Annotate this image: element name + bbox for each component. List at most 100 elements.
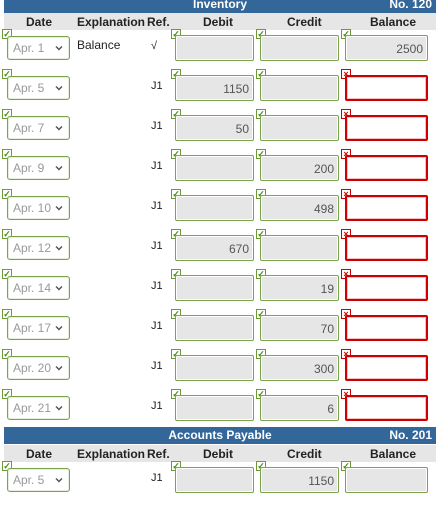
debit-field[interactable]: 670 (175, 235, 254, 261)
ledger-title: Accounts Payable (168, 428, 272, 442)
chevron-down-icon (55, 165, 63, 171)
debit-field[interactable] (175, 155, 254, 181)
credit-field[interactable]: 200 (260, 155, 339, 181)
chevron-down-icon (55, 85, 63, 91)
ref-text: J1 (151, 160, 163, 172)
date-value: Apr. 5 (13, 473, 45, 487)
header-debit: Debit (203, 447, 233, 461)
header-date: Date (26, 447, 53, 461)
date-value: Apr. 9 (13, 161, 45, 175)
ref-text: J1 (151, 80, 163, 92)
ref-text: J1 (151, 472, 163, 484)
ref-text: J1 (151, 280, 163, 292)
ledger-row: ✓ Apr. 5 J1 ✓ ✓ 1150 ✓ (0, 461, 436, 501)
date-select[interactable]: Apr. 14 (7, 276, 70, 300)
chevron-down-icon (55, 245, 63, 251)
credit-field[interactable] (260, 115, 339, 141)
header-credit: Credit (287, 447, 322, 461)
credit-value: 300 (313, 362, 334, 376)
ref-text: J1 (151, 400, 163, 412)
date-select[interactable]: Apr. 5 (7, 76, 70, 100)
header-explanation: Explanation (77, 447, 146, 461)
credit-field[interactable] (260, 235, 339, 261)
chevron-down-icon (55, 405, 63, 411)
ledger-row: ✓ Apr. 21 J1 ✓ ✓ 6 × (0, 389, 436, 429)
chevron-down-icon (55, 285, 63, 291)
date-select[interactable]: Apr. 12 (7, 236, 70, 260)
ledger-number: No. 201 (389, 428, 432, 442)
balance-field[interactable] (345, 115, 428, 141)
date-select[interactable]: Apr. 7 (7, 116, 70, 140)
credit-field[interactable] (260, 35, 339, 61)
ledger-number: No. 120 (389, 0, 432, 11)
credit-field[interactable]: 6 (260, 395, 339, 421)
date-select[interactable]: Apr. 20 (7, 356, 70, 380)
header-ref: Ref. (147, 15, 170, 29)
balance-field[interactable]: 2500 (345, 35, 428, 61)
date-select[interactable]: Apr. 10 (7, 196, 70, 220)
header-date: Date (26, 15, 53, 29)
credit-field[interactable]: 498 (260, 195, 339, 221)
date-value: Apr. 1 (13, 41, 45, 55)
credit-field[interactable]: 300 (260, 355, 339, 381)
header-debit: Debit (203, 15, 233, 29)
debit-value: 1150 (223, 82, 249, 96)
debit-value: 670 (228, 242, 249, 256)
chevron-down-icon (55, 125, 63, 131)
date-value: Apr. 5 (13, 81, 45, 95)
credit-field[interactable]: 70 (260, 315, 339, 341)
ledger-title-bar: Inventory No. 120 (4, 0, 436, 13)
ledger-row: ✓ Apr. 10 J1 ✓ ✓ 498 × (0, 189, 436, 229)
credit-field[interactable] (260, 75, 339, 101)
credit-value: 1150 (308, 474, 334, 488)
debit-field[interactable] (175, 355, 254, 381)
balance-field[interactable] (345, 195, 428, 221)
balance-field[interactable] (345, 395, 428, 421)
debit-field[interactable]: 50 (175, 115, 254, 141)
ledger-title-bar: Accounts Payable No. 201 (4, 427, 436, 444)
credit-field[interactable]: 19 (260, 275, 339, 301)
ref-text: J1 (151, 360, 163, 372)
date-select[interactable]: Apr. 17 (7, 316, 70, 340)
date-select[interactable]: Apr. 9 (7, 156, 70, 180)
column-header-row: Date Explanation Ref. Debit Credit Balan… (4, 13, 436, 30)
chevron-down-icon (55, 477, 63, 483)
ledger-title: Inventory (192, 0, 247, 11)
date-select[interactable]: Apr. 1 (7, 36, 70, 60)
ref-text: J1 (151, 320, 163, 332)
header-balance: Balance (370, 15, 417, 29)
chevron-down-icon (55, 45, 63, 51)
debit-field[interactable] (175, 275, 254, 301)
credit-value: 498 (313, 202, 334, 216)
debit-field[interactable] (175, 467, 254, 493)
date-select[interactable]: Apr. 21 (7, 396, 70, 420)
ref-text: √ (151, 40, 158, 52)
balance-field[interactable] (345, 155, 428, 181)
header-credit: Credit (287, 15, 322, 29)
balance-field[interactable] (345, 75, 428, 101)
debit-field[interactable] (175, 395, 254, 421)
explanation-text: Balance (77, 38, 121, 52)
credit-field[interactable]: 1150 (260, 467, 339, 493)
ref-text: J1 (151, 200, 163, 212)
balance-field[interactable] (345, 275, 428, 301)
ledger-row: ✓ Apr. 14 J1 ✓ ✓ 19 × (0, 269, 436, 309)
debit-field[interactable] (175, 195, 254, 221)
date-value: Apr. 7 (13, 121, 45, 135)
balance-field[interactable] (345, 315, 428, 341)
ledger-row: ✓ Apr. 7 J1 ✓ 50 ✓ × (0, 109, 436, 149)
date-value: Apr. 21 (13, 401, 52, 415)
ledger-row: ✓ Apr. 20 J1 ✓ ✓ 300 × (0, 349, 436, 389)
column-header-row: Date Explanation Ref. Debit Credit Balan… (4, 445, 436, 462)
balance-field[interactable] (345, 355, 428, 381)
debit-field[interactable] (175, 315, 254, 341)
ledger-row: ✓ Apr. 12 J1 ✓ 670 ✓ × (0, 229, 436, 269)
debit-field[interactable] (175, 35, 254, 61)
balance-field[interactable] (345, 467, 428, 493)
date-value: Apr. 20 (13, 361, 52, 375)
date-select[interactable]: Apr. 5 (7, 468, 70, 492)
balance-field[interactable] (345, 235, 428, 261)
date-value: Apr. 14 (13, 281, 52, 295)
date-value: Apr. 10 (13, 201, 52, 215)
debit-field[interactable]: 1150 (175, 75, 254, 101)
